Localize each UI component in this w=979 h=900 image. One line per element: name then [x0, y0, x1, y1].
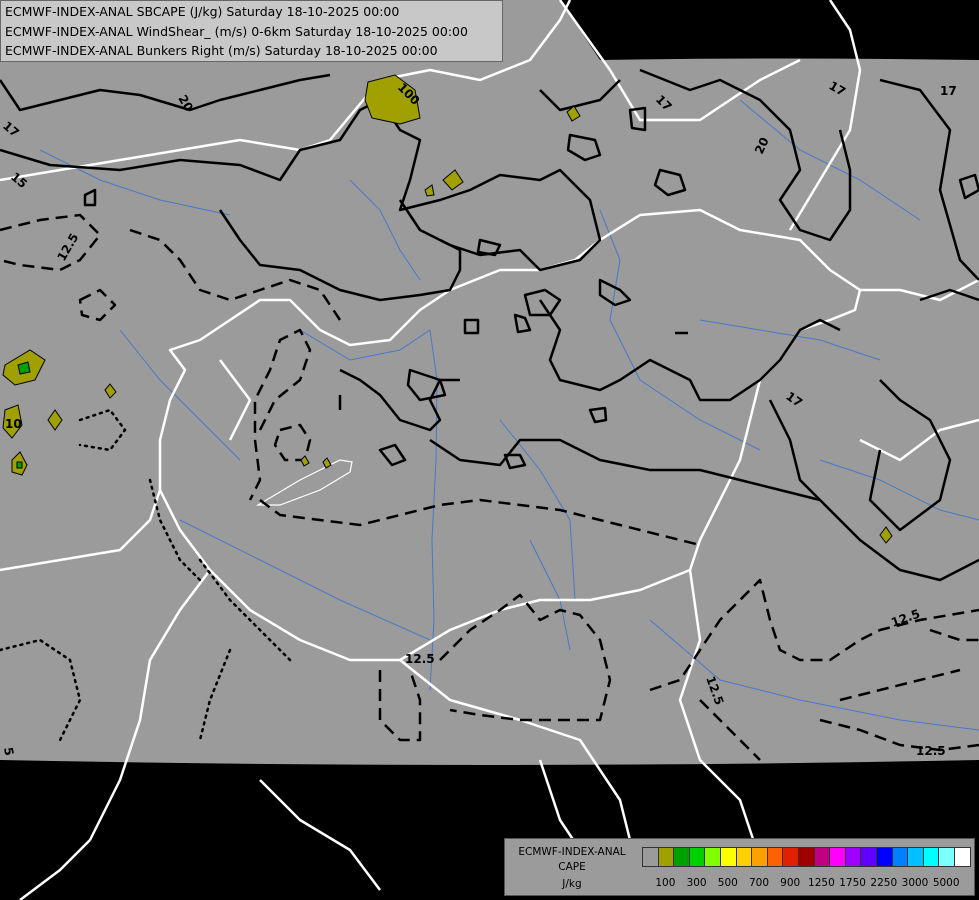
- cape-legend: ECMWF-INDEX-ANAL CAPE J/kg 100 300 500 700 9…: [504, 838, 975, 896]
- legend-swatch: [642, 847, 659, 867]
- legend-tick-label: 3000: [901, 877, 929, 889]
- legend-swatch: [876, 847, 893, 867]
- legend-swatch: [657, 847, 675, 867]
- legend-tick-label: 2250: [870, 877, 898, 889]
- legend-tick-label: 500: [717, 877, 738, 889]
- legend-swatch: [922, 847, 940, 867]
- legend-tick-label: 700: [748, 877, 770, 889]
- contour-label: 12.5: [405, 652, 435, 666]
- legend-title-source: ECMWF-INDEX-ANAL: [518, 846, 626, 858]
- legend-swatch: [798, 847, 815, 867]
- legend-tick-label: 300: [686, 877, 707, 889]
- legend-tick-label: 900: [780, 877, 801, 889]
- legend-swatch: [938, 847, 955, 867]
- contour-label: 10: [5, 417, 22, 431]
- legend-swatch: [844, 847, 862, 867]
- title-sbcape: ECMWF-INDEX-ANAL SBCAPE (J/kg) Saturday …: [5, 4, 400, 19]
- contour-label: 12.5: [916, 744, 946, 758]
- legend-swatch: [907, 847, 924, 867]
- legend-tick-label: 1250: [808, 877, 835, 889]
- legend-swatch: [829, 847, 846, 867]
- legend-title-param: CAPE: [558, 861, 586, 873]
- title-box: ECMWF-INDEX-ANAL SBCAPE (J/kg) Saturday …: [0, 0, 503, 62]
- legend-swatch: [813, 847, 831, 867]
- contour-label: 17: [940, 84, 957, 98]
- legend-swatch: [751, 847, 768, 867]
- legend-tick-label: 5000: [932, 877, 960, 889]
- legend-tick-label: 100: [655, 877, 676, 889]
- map-domain: [0, 0, 979, 765]
- legend-swatch: [720, 847, 737, 867]
- legend-swatch: [688, 847, 706, 867]
- legend-swatch: [673, 847, 690, 867]
- legend-swatch: [860, 847, 877, 867]
- legend-tick-label: 1750: [839, 877, 866, 889]
- legend-swatch: [735, 847, 753, 867]
- legend-swatch: [766, 847, 784, 867]
- legend-swatch: [891, 847, 909, 867]
- title-windshear: ECMWF-INDEX-ANAL WindShear_ (m/s) 0-6km …: [5, 24, 468, 39]
- legend-swatch: [704, 847, 721, 867]
- legend-title-unit: J/kg: [562, 878, 582, 890]
- title-bunkers: ECMWF-INDEX-ANAL Bunkers Right (m/s) Sat…: [5, 43, 438, 58]
- weather-map: 20 20 17 17 17 17 15 17 12.5 12.5 12.5 1…: [0, 0, 979, 900]
- legend-swatch: [782, 847, 799, 867]
- legend-swatch: [954, 847, 971, 867]
